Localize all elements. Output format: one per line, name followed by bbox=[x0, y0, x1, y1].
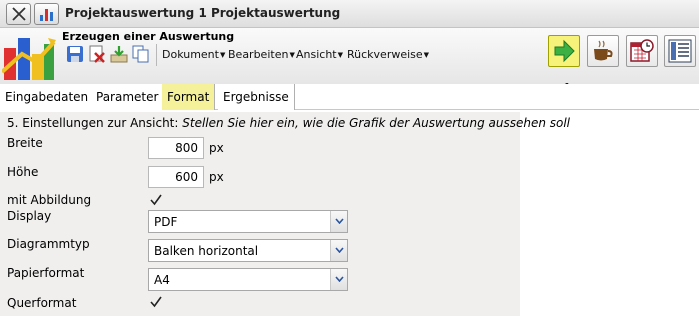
chart-app-button[interactable] bbox=[34, 3, 59, 25]
chevron-down-icon bbox=[335, 247, 344, 253]
run-button[interactable] bbox=[548, 35, 580, 67]
section-heading-note: Stellen Sie hier ein, wie die Grafik der… bbox=[182, 116, 571, 130]
display-label: Display bbox=[7, 209, 52, 223]
papierformat-label: Papierformat bbox=[7, 266, 85, 280]
import-icon[interactable] bbox=[110, 45, 128, 63]
toolbar-subtitle: Erzeugen einer Auswertung bbox=[62, 30, 235, 43]
table-view-button[interactable] bbox=[664, 35, 696, 67]
hoehe-input[interactable]: 600 bbox=[148, 166, 204, 188]
coffee-cup-icon bbox=[594, 40, 613, 61]
mit-abbildung-checkbox[interactable] bbox=[150, 194, 162, 206]
diagrammtyp-select[interactable]: Balken horizontal bbox=[148, 239, 348, 262]
schedule-button[interactable] bbox=[626, 35, 658, 67]
format-panel: 5. Einstellungen zur Ansicht: Stellen Si… bbox=[0, 112, 570, 316]
tab-format[interactable]: Format bbox=[162, 84, 216, 110]
hoehe-unit: px bbox=[209, 170, 224, 184]
papierformat-dropdown-button[interactable] bbox=[330, 269, 347, 290]
querformat-checkbox[interactable] bbox=[150, 296, 162, 308]
diagrammtyp-label: Diagrammtyp bbox=[7, 237, 90, 251]
pause-coffee-button[interactable] bbox=[587, 35, 619, 67]
display-value: PDF bbox=[154, 215, 178, 229]
menu-rueckverweise[interactable]: Rückverweise▼ bbox=[347, 48, 429, 61]
menu-dokument[interactable]: Dokument▼ bbox=[162, 48, 225, 61]
querformat-label: Querformat bbox=[7, 296, 77, 310]
papierformat-select[interactable]: A4 bbox=[148, 268, 348, 291]
save-icon[interactable] bbox=[66, 45, 84, 63]
papierformat-value: A4 bbox=[154, 273, 170, 287]
section-heading: 5. Einstellungen zur Ansicht: Stellen Si… bbox=[7, 116, 571, 130]
close-icon bbox=[12, 7, 26, 21]
display-select[interactable]: PDF bbox=[148, 210, 348, 233]
diagrammtyp-value: Balken horizontal bbox=[154, 244, 259, 258]
tab-parameter[interactable]: Parameter bbox=[91, 84, 165, 110]
table-list-icon bbox=[668, 39, 692, 63]
chevron-down-icon bbox=[335, 218, 344, 224]
tab-eingabedaten[interactable]: Eingabedaten bbox=[0, 84, 95, 110]
diagrammtyp-dropdown-button[interactable] bbox=[330, 240, 347, 261]
chevron-down-icon bbox=[335, 276, 344, 282]
calendar-clock-icon bbox=[630, 39, 654, 62]
toolbar: Erzeugen einer Auswertung Dokument▼ Bear… bbox=[0, 28, 699, 103]
chevron-down-icon: ▼ bbox=[423, 51, 430, 59]
breite-input[interactable]: 800 bbox=[148, 137, 204, 159]
breite-label: Breite bbox=[7, 136, 43, 150]
hoehe-label: Höhe bbox=[7, 165, 39, 179]
toolbar-separator bbox=[156, 44, 157, 66]
tab-ergebnisse[interactable]: Ergebnisse bbox=[218, 84, 295, 110]
chevron-down-icon: ▼ bbox=[337, 51, 344, 59]
window-title: Projektauswertung 1 Projektauswertung bbox=[65, 6, 341, 20]
display-dropdown-button[interactable] bbox=[330, 211, 347, 232]
mit-abbildung-label: mit Abbildung bbox=[7, 193, 92, 207]
tab-bar: Eingabedaten Parameter Format Ergebnisse bbox=[0, 84, 699, 110]
close-button[interactable] bbox=[6, 3, 31, 25]
chevron-down-icon: ▼ bbox=[289, 51, 295, 59]
play-arrow-icon bbox=[554, 39, 575, 63]
delete-icon[interactable] bbox=[88, 45, 106, 63]
menu-ansicht[interactable]: Ansicht▼ bbox=[296, 48, 343, 61]
title-bar: Projektauswertung 1 Projektauswertung bbox=[0, 0, 699, 28]
copy-icon[interactable] bbox=[132, 45, 150, 63]
app-logo-icon bbox=[2, 38, 56, 80]
chevron-down-icon: ▼ bbox=[219, 51, 226, 59]
bar-chart-icon bbox=[40, 9, 53, 21]
menu-bearbeiten[interactable]: Bearbeiten▼ bbox=[228, 48, 295, 61]
breite-unit: px bbox=[209, 141, 224, 155]
